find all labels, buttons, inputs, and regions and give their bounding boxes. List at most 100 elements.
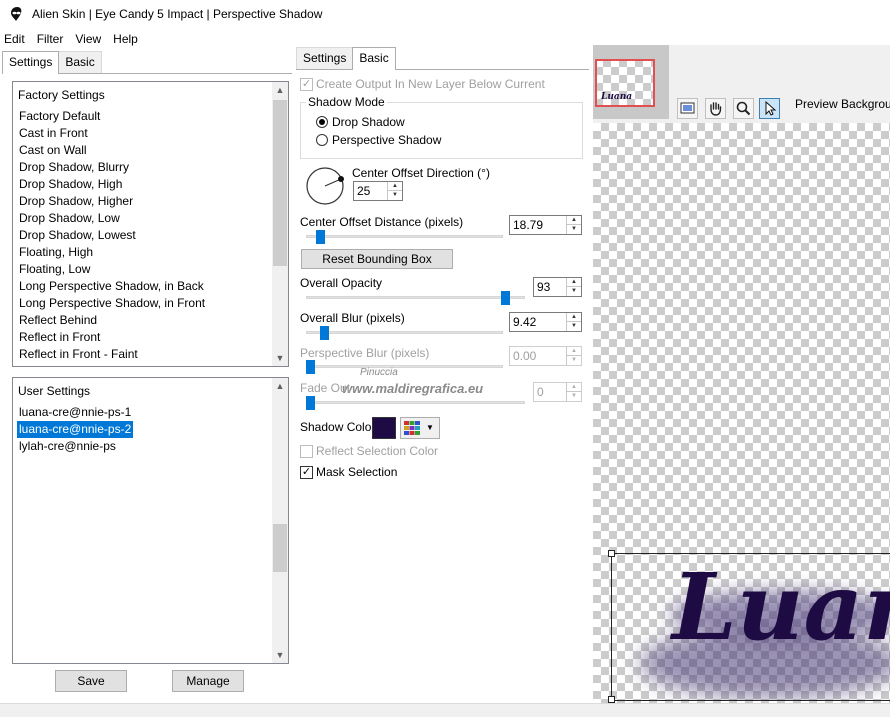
fade-out-spinner[interactable]: 0 ▲ ▼ [533,382,582,402]
list-item[interactable]: Drop Shadow, Higher [17,193,135,210]
scroll-up-icon[interactable]: ▲ [272,378,288,394]
center-offset-direction-spinner[interactable]: 25 ▲ ▼ [353,181,403,201]
perspective-blur-track[interactable] [306,365,503,368]
tab-settings[interactable]: Settings [296,47,354,69]
scroll-up-icon[interactable]: ▲ [272,82,288,98]
status-bar [0,703,890,717]
spin-down-icon[interactable]: ▼ [567,287,581,296]
menu-help[interactable]: Help [108,32,143,46]
watermark-line1: Pinuccia [360,367,398,378]
list-item[interactable]: lylah-cre@nnie-ps [17,438,118,455]
shadow-color-label: Shadow Color [300,420,376,434]
center-offset-direction-value: 25 [357,184,371,198]
tab-settings[interactable]: Settings [2,51,60,74]
scroll-down-icon[interactable]: ▼ [272,350,288,366]
spin-up-icon[interactable]: ▲ [567,216,581,225]
perspective-shadow-radio[interactable] [316,134,328,146]
shadow-mode-group [300,102,583,159]
preview-background-label[interactable]: Preview Background [795,97,890,111]
center-offset-distance-track[interactable] [306,235,503,238]
spin-down-icon[interactable]: ▼ [567,356,581,365]
list-item[interactable]: Drop Shadow, Low [17,210,122,227]
hand-icon [710,102,722,116]
perspective-blur-spinner[interactable]: 0.00 ▲ ▼ [509,346,582,366]
hand-tool-button[interactable] [705,98,726,119]
list-item[interactable]: Drop Shadow, High [17,176,124,193]
scroll-thumb[interactable] [273,100,287,266]
create-output-checkbox[interactable]: ✓ [300,78,313,91]
spin-down-icon[interactable]: ▼ [388,191,402,200]
list-item[interactable]: Reflect in Front - Faint [17,346,140,363]
list-item[interactable]: Drop Shadow, Lowest [17,227,138,244]
zoom-tool-button[interactable] [733,98,754,119]
drop-shadow-radio[interactable] [316,116,328,128]
screen-icon [680,102,695,114]
reflect-selection-color-checkbox[interactable] [300,445,313,458]
menu-view[interactable]: View [70,32,106,46]
overall-opacity-label: Overall Opacity [300,276,383,290]
spin-down-icon[interactable]: ▼ [567,225,581,234]
direction-dial-icon[interactable] [305,166,345,206]
scroll-down-icon[interactable]: ▼ [272,647,288,663]
factory-settings-header: Factory Settings [18,88,105,102]
fade-out-slider[interactable] [306,396,315,410]
list-item[interactable]: Reflect Behind [17,312,99,329]
list-item[interactable]: Long Perspective Shadow, in Front [17,295,207,312]
spin-up-icon[interactable]: ▲ [567,278,581,287]
overall-blur-track[interactable] [306,331,503,334]
overall-blur-spinner[interactable]: 9.42 ▲ ▼ [509,312,582,332]
list-item-selected[interactable]: luana-cre@nnie-ps-2 [17,421,134,438]
tab-basic[interactable]: Basic [58,51,102,73]
spin-up-icon[interactable]: ▲ [567,313,581,322]
menu-edit[interactable]: Edit [0,32,30,46]
title-bar: Alien Skin | Eye Candy 5 Impact | Perspe… [0,0,890,28]
handle-bottom-left[interactable] [608,696,615,703]
spin-up-icon[interactable]: ▲ [567,383,581,392]
overall-opacity-track[interactable] [306,296,525,299]
center-offset-distance-label: Center Offset Distance (pixels) [300,215,464,229]
manage-button[interactable]: Manage [172,670,244,692]
shadow-color-swatch[interactable] [372,417,396,439]
fade-out-track[interactable] [306,401,525,404]
list-item[interactable]: Long Perspective Shadow, in Back [17,278,206,295]
list-item[interactable]: Cast on Wall [17,142,89,159]
overall-blur-slider[interactable] [320,326,329,340]
spin-up-icon[interactable]: ▲ [388,182,402,191]
list-item[interactable]: luana-cre@nnie-ps-1 [17,404,133,421]
list-item[interactable]: Cast in Front [17,125,90,142]
list-item[interactable]: Reflect in Front [17,329,102,346]
tab-basic[interactable]: Basic [352,47,396,70]
user-list-scrollbar[interactable]: ▲ ▼ [272,378,288,663]
overall-opacity-slider[interactable] [501,291,510,305]
spin-down-icon[interactable]: ▼ [567,322,581,331]
mask-selection-checkbox[interactable]: ✓ [300,466,313,479]
perspective-blur-slider[interactable] [306,360,315,374]
preview-screen-button[interactable] [677,98,698,119]
factory-list-scrollbar[interactable]: ▲ ▼ [272,82,288,366]
user-settings-header: User Settings [18,384,91,398]
selection-bounding-box[interactable]: Luan [611,553,890,701]
user-settings-list[interactable]: User Settings luana-cre@nnie-ps-1 luana-… [12,377,289,664]
spin-up-icon[interactable]: ▲ [567,347,581,356]
pointer-tool-button[interactable] [759,98,780,119]
overall-blur-label: Overall Blur (pixels) [300,311,405,325]
center-offset-distance-spinner[interactable]: 18.79 ▲ ▼ [509,215,582,235]
center-offset-direction-label: Center Offset Direction (°) [352,166,490,180]
save-button[interactable]: Save [55,670,127,692]
reset-bounding-box-button[interactable]: Reset Bounding Box [301,249,453,269]
watermark-line2: www.maldiregrafica.eu [342,381,484,396]
perspective-blur-value: 0.00 [513,349,537,363]
center-offset-distance-slider[interactable] [316,230,325,244]
factory-settings-list[interactable]: Factory Settings Factory Default Cast in… [12,81,289,367]
basic-settings-panel: Settings Basic ✓ Create Output In New La… [296,45,593,717]
handle-top-left[interactable] [608,550,615,557]
list-item[interactable]: Floating, High [17,244,95,261]
spin-down-icon[interactable]: ▼ [567,392,581,401]
menu-filter[interactable]: Filter [32,32,69,46]
list-item[interactable]: Factory Default [17,108,102,125]
list-item[interactable]: Drop Shadow, Blurry [17,159,131,176]
overall-opacity-spinner[interactable]: 93 ▲ ▼ [533,277,582,297]
color-picker-button[interactable]: ▼ [400,417,440,439]
list-item[interactable]: Floating, Low [17,261,92,278]
scroll-thumb[interactable] [273,524,287,572]
